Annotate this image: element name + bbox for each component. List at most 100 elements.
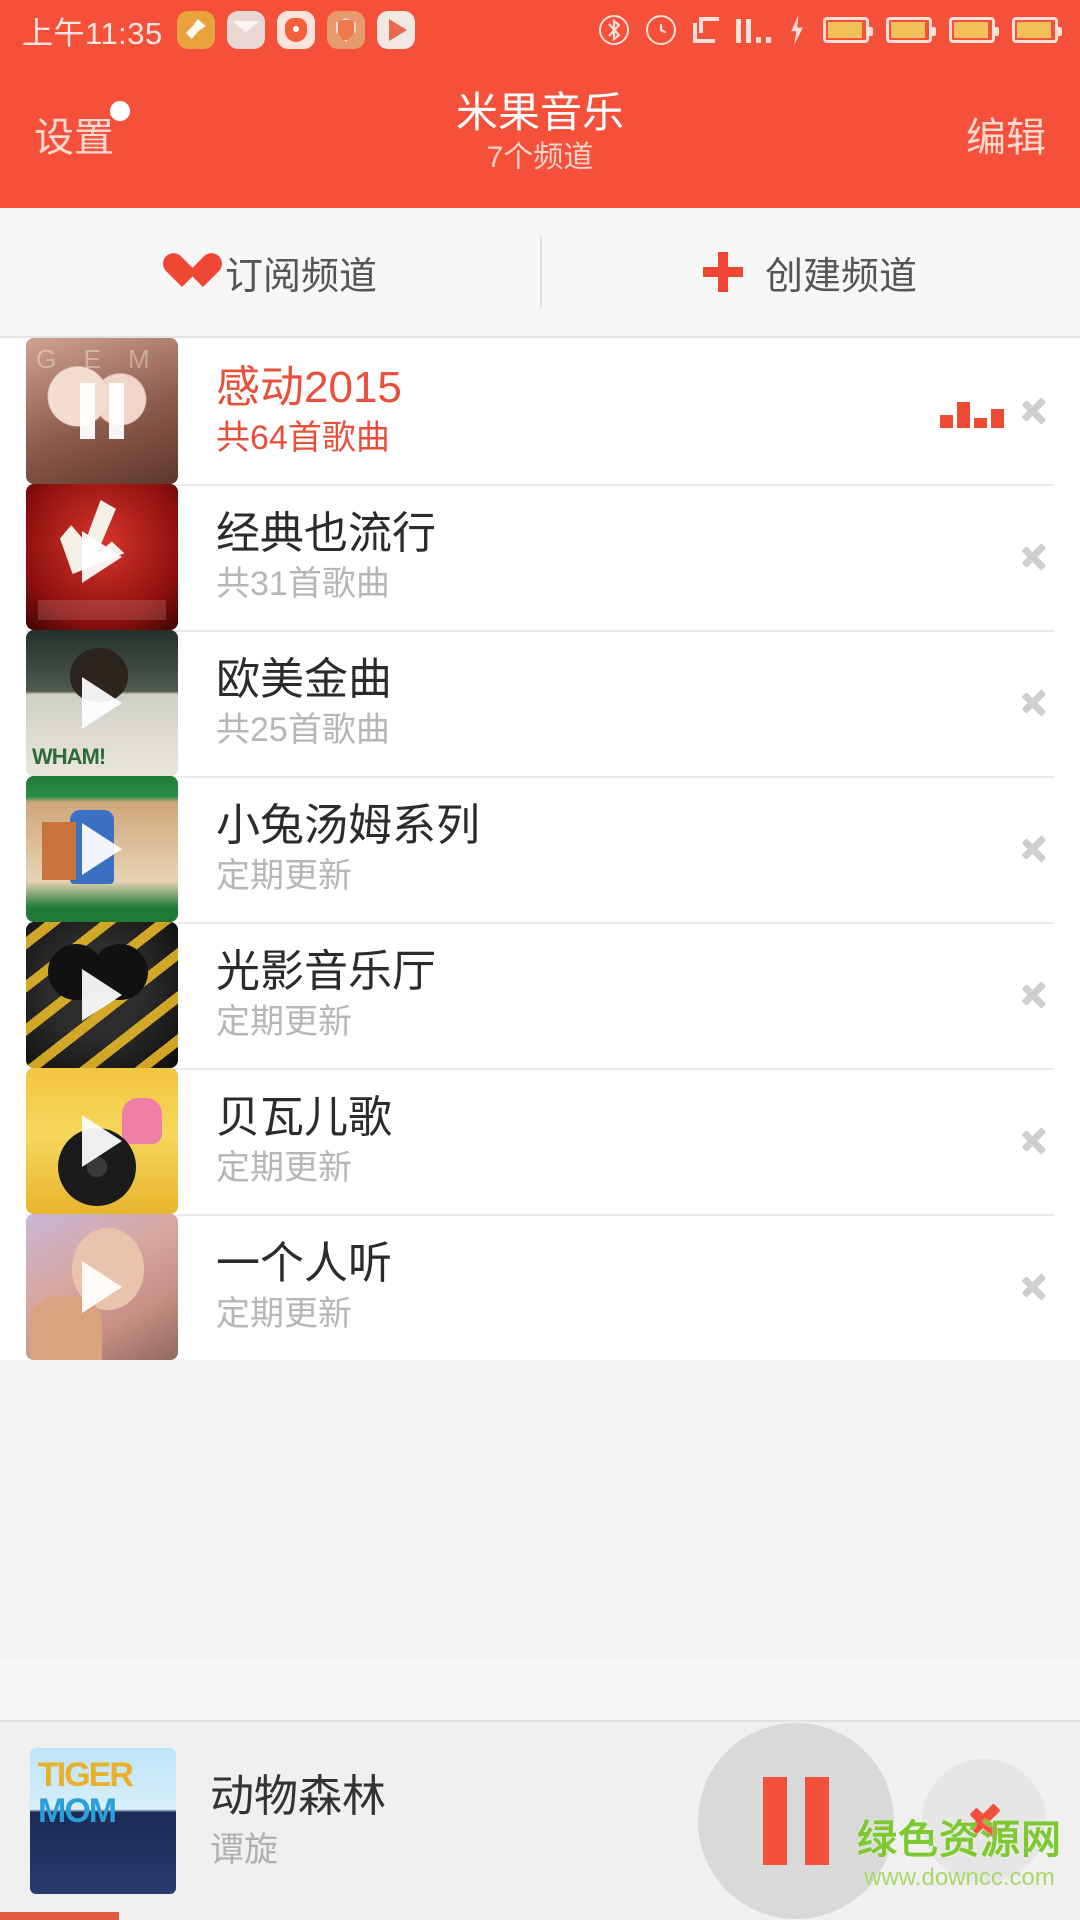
status-notification-icons — [176, 11, 415, 49]
chevron-right-icon[interactable] — [1022, 536, 1046, 578]
channel-subtitle: 共25首歌曲 — [216, 711, 390, 750]
player-controls — [698, 1723, 1080, 1919]
channel-thumbnail[interactable] — [26, 776, 178, 922]
channel-subtitle: 定期更新 — [216, 1295, 352, 1334]
battery-icon — [823, 17, 873, 43]
now-playing-thumbnail[interactable] — [30, 1748, 176, 1894]
status-system-icons — [599, 15, 1062, 45]
channel-thumbnail[interactable] — [26, 338, 178, 484]
play-overlay-icon[interactable] — [82, 823, 122, 875]
channel-thumbnail[interactable] — [26, 484, 178, 630]
channel-row[interactable]: 小兔汤姆系列 定期更新 — [0, 776, 1080, 922]
app-header: 设置 米果音乐 7个频道 编辑 — [0, 60, 1080, 208]
edit-label: 编辑 — [966, 116, 1046, 160]
channel-meta: 一个人听 定期更新 — [216, 1239, 392, 1334]
create-channel-label: 创建频道 — [764, 255, 917, 298]
channel-row-right — [1022, 1266, 1080, 1308]
channel-title: 小兔汤姆系列 — [216, 801, 480, 851]
play-overlay-icon[interactable] — [82, 969, 122, 1021]
channel-row[interactable]: 感动2015 共64首歌曲 — [0, 338, 1080, 484]
equalizer-icon — [940, 394, 1004, 428]
chevron-right-icon[interactable] — [1022, 390, 1046, 432]
channel-title: 贝瓦儿歌 — [216, 1093, 392, 1143]
settings-label: 设置 — [34, 116, 114, 160]
next-button[interactable] — [922, 1759, 1046, 1883]
channel-row[interactable]: 贝瓦儿歌 定期更新 — [0, 1068, 1080, 1214]
channel-row-right — [1022, 1120, 1080, 1162]
channel-row[interactable]: 经典也流行 共31首歌曲 — [0, 484, 1080, 630]
channel-row[interactable]: 一个人听 定期更新 — [0, 1214, 1080, 1360]
now-playing-meta: 动物森林 谭旋 — [210, 1772, 386, 1868]
channel-meta: 贝瓦儿歌 定期更新 — [216, 1093, 392, 1188]
cleaner-icon — [176, 11, 215, 49]
battery-icon — [949, 17, 999, 43]
channel-subtitle: 共31首歌曲 — [216, 565, 390, 604]
battery-icon — [1012, 17, 1062, 43]
battery-icon — [886, 17, 936, 43]
channel-thumbnail[interactable] — [26, 1068, 178, 1214]
play-overlay-icon[interactable] — [82, 677, 122, 729]
status-time: 上午11:35 — [22, 15, 163, 51]
edit-button[interactable]: 编辑 — [966, 105, 1046, 163]
channel-meta: 感动2015 共64首歌曲 — [216, 364, 402, 458]
channel-title: 一个人听 — [216, 1239, 392, 1289]
channel-meta: 光影音乐厅 定期更新 — [216, 947, 436, 1041]
signal-icon — [736, 17, 771, 43]
subscribe-channel-label: 订阅频道 — [224, 255, 377, 298]
channel-subtitle: 定期更新 — [216, 1149, 352, 1188]
channel-thumbnail[interactable] — [26, 630, 178, 776]
play-overlay-icon[interactable] — [82, 531, 122, 583]
channel-row[interactable]: 光影音乐厅 定期更新 — [0, 922, 1080, 1068]
settings-badge-dot — [110, 101, 130, 121]
chevron-right-icon[interactable] — [1022, 828, 1046, 870]
action-divider — [540, 236, 542, 308]
alarm-clock-icon — [646, 15, 676, 45]
chevron-right-icon[interactable] — [1022, 1120, 1046, 1162]
chevron-right-icon[interactable] — [1022, 682, 1046, 724]
chevron-right-icon[interactable] — [1022, 1266, 1046, 1308]
page-subtitle: 7个频道 — [486, 141, 594, 175]
channel-title: 光影音乐厅 — [216, 947, 436, 997]
status-bar: 上午11:35 — [0, 0, 1080, 60]
page-title: 米果音乐 — [455, 89, 624, 137]
channel-row-right — [940, 390, 1080, 432]
pause-icon — [763, 1777, 829, 1865]
playback-progress-bar[interactable] — [0, 1912, 119, 1920]
pause-overlay-icon[interactable] — [80, 383, 124, 439]
channel-thumbnail[interactable] — [26, 1214, 178, 1360]
channel-list: 感动2015 共64首歌曲 经典也流行 共31首歌曲 — [0, 338, 1080, 1360]
channel-title: 经典也流行 — [216, 509, 436, 559]
channel-title: 欧美金曲 — [216, 655, 392, 705]
channel-meta: 小兔汤姆系列 定期更新 — [216, 801, 480, 896]
create-channel-button[interactable]: 创建频道 — [540, 208, 1080, 336]
mini-player: 动物森林 谭旋 绿色资源网 www.downcc.com — [0, 1720, 1080, 1920]
subscribe-channel-button[interactable]: 订阅频道 — [0, 208, 540, 336]
now-playing-title: 动物森林 — [210, 1772, 386, 1821]
bear-alarm-icon — [276, 11, 315, 49]
channel-subtitle: 共64首歌曲 — [216, 419, 390, 458]
plus-icon — [702, 252, 743, 292]
charging-bolt-icon — [788, 15, 806, 45]
app-root: 上午11:35 ⬢ 设置 米果音乐 7个频道 编辑 订阅频道 创建频道 G E … — [0, 0, 1080, 1920]
action-bar: 订阅频道 创建频道 — [0, 208, 1080, 338]
channel-thumbnail[interactable] — [26, 922, 178, 1068]
channel-row[interactable]: 欧美金曲 共25首歌曲 — [0, 630, 1080, 776]
play-store-icon — [376, 11, 415, 49]
channel-row-right — [1022, 682, 1080, 724]
shield-icon — [326, 11, 365, 49]
header-title-block: 米果音乐 7个频道 — [0, 89, 1080, 179]
chevron-right-icon[interactable] — [1022, 974, 1046, 1016]
heart-icon — [163, 254, 203, 290]
settings-button[interactable]: 设置 — [34, 101, 130, 163]
channel-row-right — [1022, 974, 1080, 1016]
album-art — [30, 1748, 176, 1894]
play-overlay-icon[interactable] — [82, 1261, 122, 1313]
channel-row-right — [1022, 828, 1080, 870]
channel-subtitle: 定期更新 — [216, 857, 352, 896]
play-overlay-icon[interactable] — [82, 1115, 122, 1167]
pause-button[interactable] — [698, 1723, 894, 1919]
channel-meta: 经典也流行 共31首歌曲 — [216, 509, 436, 604]
mail-icon — [226, 11, 265, 49]
bluetooth-icon — [599, 15, 629, 45]
next-icon — [973, 1798, 995, 1844]
